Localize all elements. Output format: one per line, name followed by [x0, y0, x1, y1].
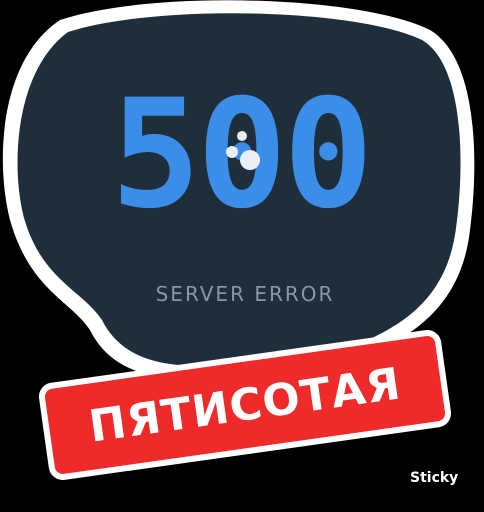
bubbles-icon	[226, 131, 260, 170]
sticker-canvas: 500 SERVER ERROR ПЯТИСОТАЯ Sticky	[0, 0, 484, 512]
banner-text: ПЯТИСОТАЯ	[85, 357, 405, 453]
error-code-digit-0-last: 0	[283, 68, 373, 242]
error-code-digit-5: 5	[110, 68, 201, 242]
error-subtitle: SERVER ERROR	[155, 282, 335, 306]
sticky-watermark: Sticky	[410, 470, 459, 486]
